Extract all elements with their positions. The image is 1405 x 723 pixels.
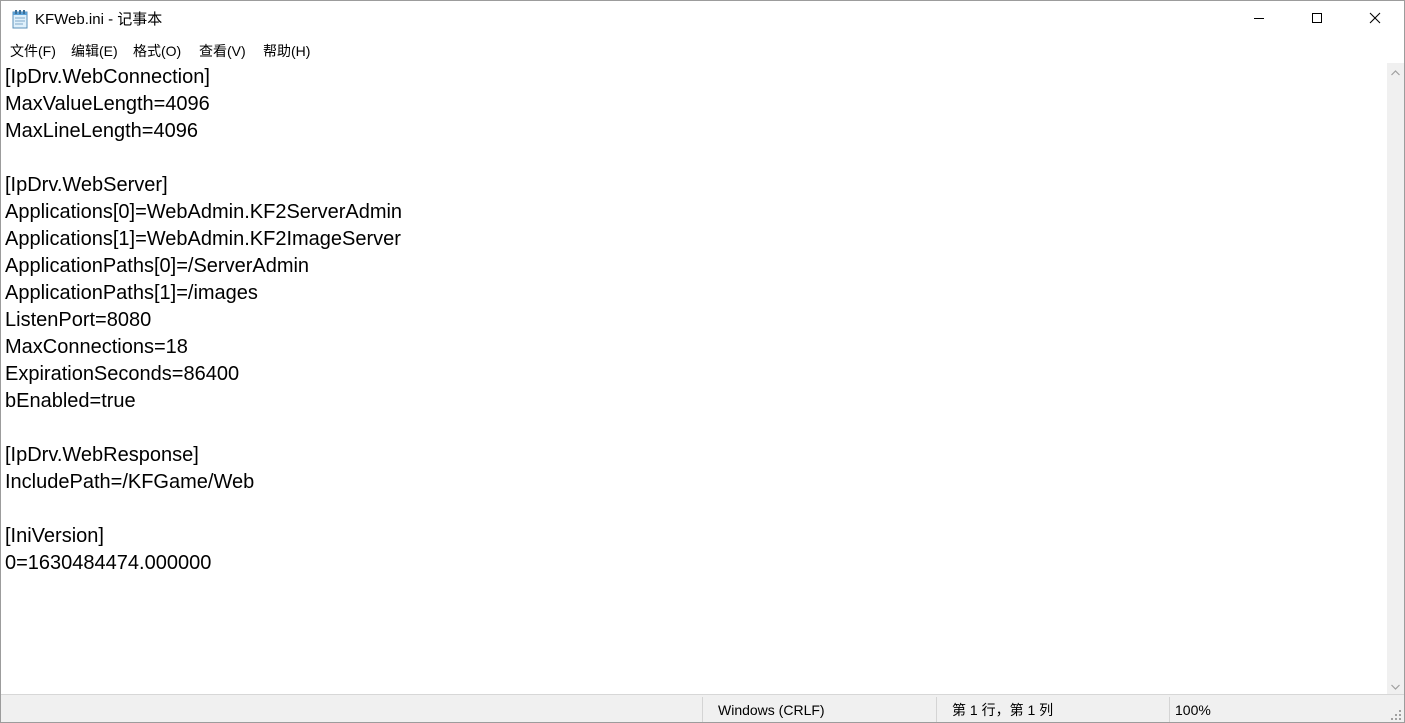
text-editor[interactable]: [IpDrv.WebConnection] MaxValueLength=409… [1,63,1387,694]
status-bar: Windows (CRLF) 第 1 行，第 1 列 100% [1,694,1404,722]
window-title: KFWeb.ini - 记事本 [35,11,163,28]
editor-line[interactable]: ApplicationPaths[1]=/images [5,280,258,307]
title-bar[interactable]: KFWeb.ini - 记事本 [1,1,1404,39]
chevron-down-icon [1391,677,1400,695]
editor-line[interactable]: bEnabled=true [5,388,136,415]
scroll-up-button[interactable] [1387,63,1404,80]
editor-line[interactable]: Applications[0]=WebAdmin.KF2ServerAdmin [5,199,402,226]
menu-file[interactable]: 文件(F) [9,42,57,60]
resize-grip-icon[interactable] [1390,708,1402,720]
editor-line[interactable]: MaxValueLength=4096 [5,91,210,118]
scroll-down-button[interactable] [1387,677,1404,694]
notepad-icon[interactable] [12,10,28,29]
editor-line[interactable]: [IpDrv.WebConnection] [5,64,210,91]
editor-line[interactable]: IncludePath=/KFGame/Web [5,469,254,496]
vertical-scrollbar[interactable] [1387,63,1404,694]
menu-format[interactable]: 格式(O) [132,42,182,60]
minimize-icon [1253,11,1265,29]
status-divider [936,697,937,722]
chevron-up-icon [1391,63,1400,81]
maximize-button[interactable] [1288,1,1346,39]
menu-help[interactable]: 帮助(H) [262,42,311,60]
minimize-button[interactable] [1230,1,1288,39]
editor-line[interactable]: MaxConnections=18 [5,334,188,361]
editor-line[interactable]: [IpDrv.WebServer] [5,172,168,199]
cursor-position-status: 第 1 行，第 1 列 [952,702,1054,718]
editor-line[interactable]: [IniVersion] [5,523,104,550]
editor-line[interactable]: ApplicationPaths[0]=/ServerAdmin [5,253,309,280]
status-divider [1169,697,1170,722]
editor-line[interactable]: 0=1630484474.000000 [5,550,211,577]
maximize-icon [1311,11,1323,29]
zoom-status: 100% [1175,702,1211,718]
editor-line[interactable]: ListenPort=8080 [5,307,151,334]
status-divider [702,697,703,722]
notepad-window: KFWeb.ini - 记事本 文件(F) 编辑(E) 格式(O) 查看(V) … [0,0,1405,723]
editor-line[interactable]: Applications[1]=WebAdmin.KF2ImageServer [5,226,401,253]
line-ending-status: Windows (CRLF) [718,702,825,718]
menu-view[interactable]: 查看(V) [198,42,247,60]
editor-line[interactable]: ExpirationSeconds=86400 [5,361,239,388]
menu-bar: 文件(F) 编辑(E) 格式(O) 查看(V) 帮助(H) [1,39,1404,63]
editor-line[interactable]: MaxLineLength=4096 [5,118,198,145]
menu-edit[interactable]: 编辑(E) [70,42,119,60]
close-button[interactable] [1346,1,1404,39]
close-icon [1369,11,1381,29]
editor-line[interactable]: [IpDrv.WebResponse] [5,442,199,469]
